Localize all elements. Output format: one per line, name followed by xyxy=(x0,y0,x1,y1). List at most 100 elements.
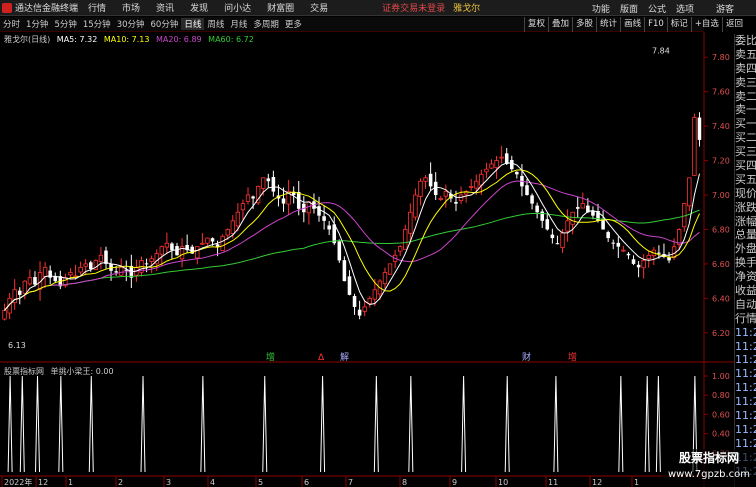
date-label: 7 xyxy=(348,478,353,487)
candle-body xyxy=(403,229,408,250)
price-tick-label: 6.20 xyxy=(712,329,730,338)
date-label: 2 xyxy=(118,478,123,487)
sub-legend-indicator: 单挑小梁王: 0.00 xyxy=(50,367,114,376)
candle-body xyxy=(195,246,200,259)
candle-body xyxy=(225,229,230,236)
candle-body xyxy=(164,242,170,248)
period-monthly[interactable]: 月线 xyxy=(227,18,250,30)
candle-body xyxy=(48,270,52,278)
tool-draw[interactable]: 画线 xyxy=(620,17,644,32)
candle-body xyxy=(104,250,108,264)
sub-indicator-spike xyxy=(618,375,624,473)
price-tick-label: 6.40 xyxy=(712,294,730,303)
candle-body xyxy=(2,309,7,320)
menu-wealth[interactable]: 财富圈 xyxy=(267,1,294,14)
ma60-line xyxy=(4,209,700,311)
period-5min[interactable]: 5分钟 xyxy=(51,18,79,30)
candle-body xyxy=(98,254,104,262)
quote-panel-label: 卖五 xyxy=(735,47,756,61)
period-multi[interactable]: 多周期 xyxy=(250,18,282,30)
legend-ma5: MA5: 7.32 xyxy=(56,35,98,44)
sub-tick-label: 0.80 xyxy=(712,391,730,400)
candle-body xyxy=(413,194,418,218)
ma5-line xyxy=(4,162,700,311)
candle-body xyxy=(550,234,555,239)
login-notice[interactable]: 证券交易未登录 xyxy=(382,1,445,14)
legend-ma10: MA10: 7.13 xyxy=(103,35,150,44)
candle-body xyxy=(205,237,210,244)
date-label: 8 xyxy=(402,478,407,487)
quote-panel-label: 11:29 xyxy=(735,422,756,436)
period-30min[interactable]: 30分钟 xyxy=(114,18,148,30)
ma-legend: 雅戈尔(日线) MA5: 7.32 MA10: 7.13 MA20: 6.89 … xyxy=(4,34,258,45)
tool-back[interactable]: 返回 xyxy=(721,17,746,32)
candle-body xyxy=(281,198,286,204)
quote-panel-label: 卖一 xyxy=(735,103,756,117)
candle-body xyxy=(545,219,550,230)
period-60min[interactable]: 60分钟 xyxy=(148,18,182,30)
menu-options[interactable]: 选项 xyxy=(676,2,694,15)
menu-market[interactable]: 市场 xyxy=(122,1,140,14)
menu-function[interactable]: 功能 xyxy=(592,2,610,15)
quote-panel-label: 买一 xyxy=(735,117,756,131)
sub-tick-label: 1.00 xyxy=(712,372,730,381)
guest-login[interactable]: 游客 xyxy=(716,2,734,15)
menu-discover[interactable]: 发现 xyxy=(190,1,208,14)
tool-stats[interactable]: 统计 xyxy=(596,17,620,32)
candle-body xyxy=(515,171,519,175)
date-label: 9 xyxy=(452,478,457,487)
candle-body xyxy=(580,203,585,209)
quote-panel-label: 11:29 xyxy=(735,395,756,409)
candle-body xyxy=(170,243,174,251)
period-more[interactable]: 更多 xyxy=(282,18,305,30)
menu-layout[interactable]: 版面 xyxy=(620,2,638,15)
quote-panel: 委比 卖五 卖四 卖三 卖二 卖一 买一 买二 买三 买四 买五 现价 涨跌 涨幅 总量 外盘 换手 净资 收益 自动… xyxy=(734,34,756,487)
menu-trade[interactable]: 交易 xyxy=(310,1,328,14)
candle-body xyxy=(382,272,388,285)
tool-mark[interactable]: 标记 xyxy=(666,17,691,32)
tool-add-watchlist[interactable]: +自选 xyxy=(690,17,722,32)
candle-body xyxy=(494,160,499,169)
menu-quotes[interactable]: 行情 xyxy=(88,1,106,14)
candle-body xyxy=(149,258,154,262)
candle-body xyxy=(560,232,565,248)
candle-body xyxy=(575,207,580,209)
tool-overlay[interactable]: 叠加 xyxy=(548,17,572,32)
menu-news[interactable]: 资讯 xyxy=(156,1,174,14)
event-marker: 增 xyxy=(266,351,275,363)
period-intraday[interactable]: 分时 xyxy=(0,18,23,30)
tool-adjust[interactable]: 复权 xyxy=(524,17,548,32)
event-marker: 财 xyxy=(522,351,531,363)
sub-legend-source: 股票指标网 xyxy=(4,367,44,376)
period-15min[interactable]: 15分钟 xyxy=(80,18,114,30)
date-label: 5 xyxy=(258,478,263,487)
period-daily[interactable]: 日线 xyxy=(181,18,205,30)
date-label: 11 xyxy=(548,478,558,487)
candle-body xyxy=(114,271,118,273)
sub-indicator-spike xyxy=(35,375,41,473)
menu-formula[interactable]: 公式 xyxy=(648,2,666,15)
sub-indicator-spike xyxy=(262,375,268,473)
date-label: 3 xyxy=(166,478,171,487)
candle-body xyxy=(83,263,88,267)
period-weekly[interactable]: 周线 xyxy=(204,18,227,30)
tool-multi-stock[interactable]: 多股 xyxy=(572,17,596,32)
candle-body xyxy=(687,177,692,207)
candle-body xyxy=(540,211,544,221)
period-1min[interactable]: 1分钟 xyxy=(23,18,51,30)
sub-indicator-spike xyxy=(7,375,13,473)
date-label: 1 xyxy=(634,478,639,487)
sub-indicator-spike xyxy=(553,375,559,473)
tool-f10[interactable]: F10 xyxy=(644,17,667,32)
sub-indicator-spike xyxy=(373,375,379,473)
quote-panel-label: 委比 xyxy=(735,34,756,47)
date-label: 1 xyxy=(68,478,73,487)
kline-chart[interactable]: 7.80 7.60 7.40 7.20 7.00 6.80 6.60 6.40 6.20 7.84… xyxy=(0,32,734,487)
date-label: 4 xyxy=(210,478,215,487)
candle-body xyxy=(342,260,347,282)
sub-indicator-spike xyxy=(461,375,467,473)
quote-panel-label: 行情 xyxy=(735,311,756,325)
candle-body xyxy=(606,232,610,239)
menu-ask[interactable]: 问小达 xyxy=(224,1,251,14)
candle-body xyxy=(271,177,276,192)
